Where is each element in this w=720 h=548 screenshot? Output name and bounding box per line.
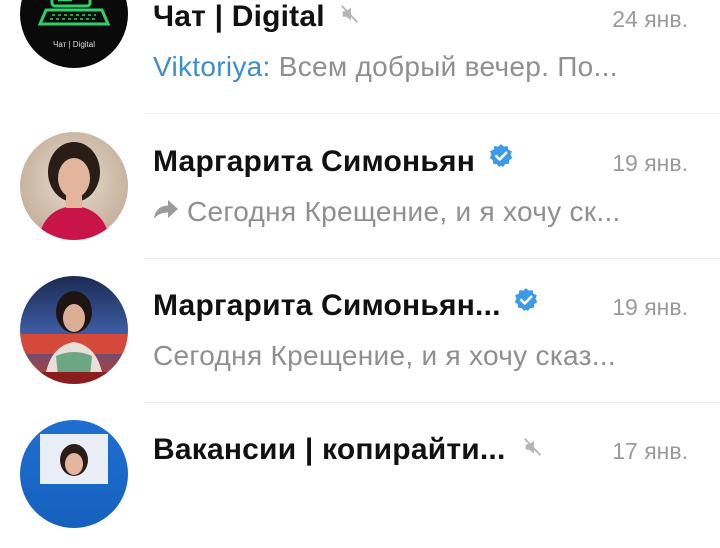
chat-list-item[interactable]: Чат | Digital Чат | Digital 24 янв. Vikt… — [0, 0, 720, 114]
forward-icon — [153, 196, 179, 228]
chat-list-item[interactable]: Маргарита Симоньян... 19 янв. Сегодня Кр… — [0, 262, 720, 404]
laptop-icon — [37, 0, 111, 26]
avatar — [20, 132, 128, 240]
chat-date: 17 янв. — [612, 438, 688, 464]
divider — [144, 402, 720, 403]
chat-list-item[interactable]: Вакансии | копирайти... 17 янв. — [0, 406, 720, 548]
chat-title: Маргарита Симоньян — [153, 143, 514, 179]
chat-title: Чат | Digital — [153, 0, 361, 34]
sender-name: Viktoriya: — [153, 51, 271, 82]
chat-preview: Viktoriya: Всем добрый вечер. По... — [153, 51, 618, 82]
mute-icon — [339, 0, 361, 33]
avatar — [20, 276, 128, 384]
chat-title: Маргарита Симоньян... — [153, 287, 539, 323]
chat-preview: Сегодня Крещение, и я хочу ск... — [153, 196, 621, 228]
verified-badge-icon — [488, 143, 514, 177]
chat-preview: Сегодня Крещение, и я хочу сказ... — [153, 340, 616, 371]
chat-date: 19 янв. — [612, 150, 688, 176]
avatar: Чат | Digital — [20, 0, 128, 68]
divider — [144, 258, 720, 259]
chat-list-item[interactable]: Маргарита Симоньян 19 янв. Сегодня Креще… — [0, 117, 720, 259]
mute-icon — [522, 432, 544, 466]
divider — [144, 113, 720, 114]
chat-title: Вакансии | копирайти... — [153, 433, 544, 467]
chat-date: 24 янв. — [612, 6, 688, 32]
chat-date: 19 янв. — [612, 294, 688, 320]
verified-badge-icon — [513, 287, 539, 321]
avatar — [20, 420, 128, 528]
avatar-caption: Чат | Digital — [52, 40, 96, 49]
